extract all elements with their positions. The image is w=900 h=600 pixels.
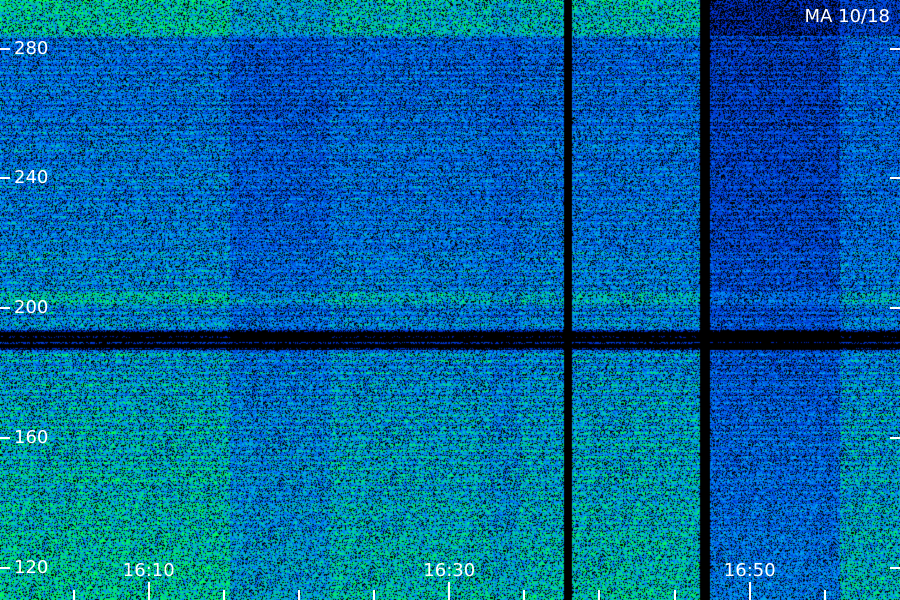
frequency-tick-mark-right (890, 566, 900, 569)
station-label: MA 10/18 (804, 6, 890, 27)
frequency-tick-mark-left (0, 307, 10, 310)
time-tick-minor (823, 590, 826, 600)
frequency-tick-mark-right (890, 47, 900, 50)
frequency-tick-label: 240 (14, 167, 49, 189)
frequency-tick-label: 120 (14, 556, 49, 578)
frequency-tick-mark-right (890, 436, 900, 439)
time-tick-minor (222, 590, 225, 600)
time-tick-minor (523, 590, 526, 600)
time-tick-label: 16:50 (723, 560, 776, 581)
frequency-tick-label: 280 (14, 37, 49, 59)
time-tick-major (748, 582, 751, 600)
spectrogram-plot: 280 240 200 160 120 16:10 16:30 16:50 MA 10/18 (0, 0, 900, 600)
time-tick-label: 16:30 (423, 560, 476, 581)
frequency-tick-mark-right (890, 307, 900, 310)
time-tick-major (448, 582, 451, 600)
time-tick-major (147, 582, 150, 600)
time-tick-label: 16:10 (122, 560, 175, 581)
frequency-tick-label: 200 (14, 297, 49, 319)
frequency-tick-mark-right (890, 177, 900, 180)
time-tick-minor (297, 590, 300, 600)
spectrogram-image (0, 0, 900, 600)
frequency-tick-mark-left (0, 436, 10, 439)
time-tick-minor (673, 590, 676, 600)
frequency-tick-label: 160 (14, 426, 49, 448)
time-tick-minor (373, 590, 376, 600)
frequency-tick-mark-left (0, 566, 10, 569)
time-tick-minor (72, 590, 75, 600)
frequency-tick-mark-left (0, 177, 10, 180)
frequency-tick-mark-left (0, 47, 10, 50)
time-tick-minor (598, 590, 601, 600)
